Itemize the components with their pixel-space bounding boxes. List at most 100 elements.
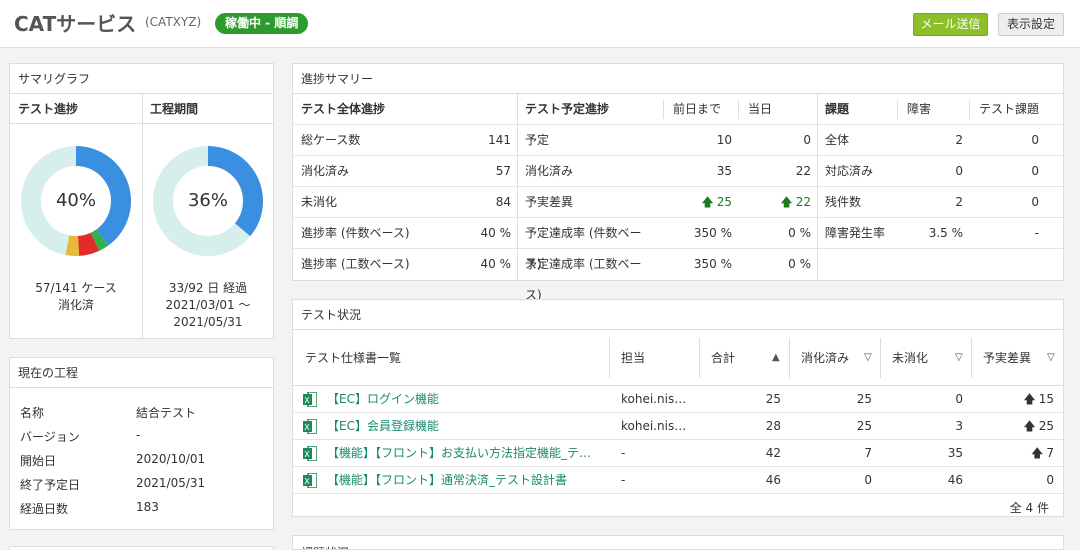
plan-label: 消化済み xyxy=(517,156,663,187)
process-version-value: - xyxy=(136,428,141,442)
test-progress-heading: テスト進捗 xyxy=(10,94,142,124)
spec-link[interactable]: 【EC】ログイン機能 xyxy=(327,386,605,413)
test-progress-caption-2: 消化済 xyxy=(57,298,94,312)
plan-label: 予実差異 xyxy=(517,187,663,218)
plan-prev-value: 10 xyxy=(663,125,738,156)
total-cell: 42 xyxy=(765,446,781,460)
issue-fault-value: 2 xyxy=(897,125,969,156)
svg-text:X: X xyxy=(304,477,310,486)
spec-link[interactable]: 【EC】会員登録機能 xyxy=(327,413,605,440)
svg-text:X: X xyxy=(304,423,310,432)
plan-prev-diff-value: 25 xyxy=(716,195,732,209)
issue-test-value: 0 xyxy=(969,187,1063,218)
diff-cell: 🡅 25 xyxy=(971,413,1054,440)
table-row[interactable]: X 【EC】ログイン機能 kohei.nis… 25 25 0 🡅 15 xyxy=(293,386,1063,413)
spreadsheet-icon: X xyxy=(303,392,317,407)
process-start-value: 2020/10/01 xyxy=(136,452,206,466)
issues-test-heading: テスト課題 xyxy=(969,94,1063,125)
process-elapsed-value: 183 xyxy=(136,500,159,514)
test-status-panel: テスト状況 テスト仕様書一覧 担当 合計 ▲ 消化済み ▽ 未消化 ▽ 予実差異… xyxy=(292,299,1064,517)
issue-label: 全体 xyxy=(817,125,897,156)
process-name-label: 名称 xyxy=(20,406,45,420)
sort-toggle-icon[interactable]: ▽ xyxy=(955,352,963,363)
column-owner[interactable]: 担当 xyxy=(613,330,698,386)
page-header: CATサービス (CATXYZ) 稼働中 - 順調 メール送信 表示設定 xyxy=(0,0,1080,48)
issue-label: 障害発生率 xyxy=(817,218,897,249)
process-end-label: 終了予定日 xyxy=(20,478,81,492)
period-percent: 36% xyxy=(187,190,228,211)
table-row[interactable]: X 【機能】【フロント】通常決済_テスト設計書 - 46 0 46 0 xyxy=(293,467,1063,494)
issue-fault-value: 3.5 % xyxy=(897,218,969,249)
process-start-label: 開始日 xyxy=(20,454,57,468)
send-mail-button[interactable]: メール送信 xyxy=(913,13,988,36)
arrow-up-icon: 🡅 xyxy=(780,195,793,209)
owner-cell: kohei.nis… xyxy=(621,392,687,406)
arrow-up-icon: 🡅 xyxy=(1023,419,1036,433)
undone-cell: 46 xyxy=(947,473,963,487)
plan-prev-diff: 🡅 25 xyxy=(663,187,738,218)
progress-summary-panel: 進捗サマリー テスト全体進捗 テスト予定進捗 前日まで 当日 課題 障害 テスト… xyxy=(292,63,1064,302)
total-cell: 28 xyxy=(765,419,781,433)
process-name-value: 結合テスト xyxy=(136,406,197,420)
bottom-left-panel xyxy=(9,546,274,550)
undone-cell: 35 xyxy=(947,446,963,460)
progress-summary-title: 進捗サマリー xyxy=(293,64,1063,94)
plan-today-heading: 当日 xyxy=(738,94,817,125)
spreadsheet-icon: X xyxy=(303,419,317,434)
overall-label: 未消化 xyxy=(293,187,443,218)
arrow-up-icon: 🡅 xyxy=(1023,392,1036,406)
undone-cell: 3 xyxy=(955,419,963,433)
status-badge: 稼働中 - 順調 xyxy=(215,13,309,34)
owner-cell: - xyxy=(621,473,626,487)
plan-today-value: 0 % xyxy=(788,257,811,271)
sort-toggle-icon[interactable]: ▽ xyxy=(864,352,872,363)
issue-test-value: 0 xyxy=(969,156,1063,187)
total-cell: 46 xyxy=(765,473,781,487)
period-heading: 工程期間 xyxy=(142,94,273,124)
issues-fault-heading: 障害 xyxy=(897,94,969,125)
period-caption-2: 2021/03/01 ～ xyxy=(165,298,251,312)
issue-test-value: - xyxy=(969,218,1063,249)
issue-label: 残件数 xyxy=(817,187,897,218)
test-status-header-row: テスト仕様書一覧 担当 合計 ▲ 消化済み ▽ 未消化 ▽ 予実差異 ▽ xyxy=(293,330,1063,386)
plan-label: 予定達成率 (工数ベース) xyxy=(525,257,642,302)
arrow-up-icon: 🡅 xyxy=(1031,446,1044,460)
diff-cell: 0 xyxy=(1046,473,1054,487)
project-title: CATサービス xyxy=(14,12,137,36)
plan-today-diff: 🡅 22 xyxy=(738,187,817,218)
arrow-up-icon: 🡅 xyxy=(701,195,714,209)
period-caption-3: 2021/05/31 xyxy=(173,315,243,329)
issue-test-value: 0 xyxy=(969,125,1063,156)
overall-value: 57 xyxy=(443,156,517,187)
process-elapsed-label: 経過日数 xyxy=(20,502,69,516)
diff-value: 25 xyxy=(1038,419,1054,433)
diff-cell: 🡅 15 xyxy=(971,386,1054,413)
done-cell: 25 xyxy=(856,419,872,433)
plan-label: 予定達成率 (件数ベース) xyxy=(517,218,663,271)
divider xyxy=(699,338,700,378)
column-spec-list: テスト仕様書一覧 xyxy=(305,351,402,365)
spec-link[interactable]: 【機能】【フロント】通常決済_テスト設計書 xyxy=(327,467,605,494)
overall-value: 84 xyxy=(443,187,517,218)
display-settings-button[interactable]: 表示設定 xyxy=(998,13,1064,36)
issues-heading: 課題 xyxy=(817,94,897,125)
overall-label: 進捗率 (工数ベース) xyxy=(301,257,410,271)
plan-prev-heading: 前日まで xyxy=(663,94,738,125)
issue-status-panel: 課題状況 xyxy=(292,535,1064,550)
table-row[interactable]: X 【EC】会員登録機能 kohei.nis… 28 25 3 🡅 25 xyxy=(293,413,1063,440)
overall-value: 40 % xyxy=(443,218,517,249)
sort-ascending-icon[interactable]: ▲ xyxy=(772,352,780,363)
period-caption-1: 33/92 日 経過 xyxy=(168,281,248,295)
divider xyxy=(609,338,610,378)
spec-link[interactable]: 【機能】【フロント】お支払い方法指定機能_テ… xyxy=(327,440,605,467)
issue-status-title: 課題状況 xyxy=(293,538,1063,549)
done-cell: 25 xyxy=(856,392,872,406)
done-cell: 7 xyxy=(864,446,872,460)
overall-label: 消化済み xyxy=(293,156,443,187)
table-row[interactable]: X 【機能】【フロント】お支払い方法指定機能_テ… - 42 7 35 🡅 7 xyxy=(293,440,1063,467)
svg-text:X: X xyxy=(304,450,310,459)
test-status-title: テスト状況 xyxy=(293,300,1063,330)
sort-toggle-icon[interactable]: ▽ xyxy=(1047,352,1055,363)
current-process-title: 現在の工程 xyxy=(10,358,273,388)
issue-label: 対応済み xyxy=(817,156,897,187)
